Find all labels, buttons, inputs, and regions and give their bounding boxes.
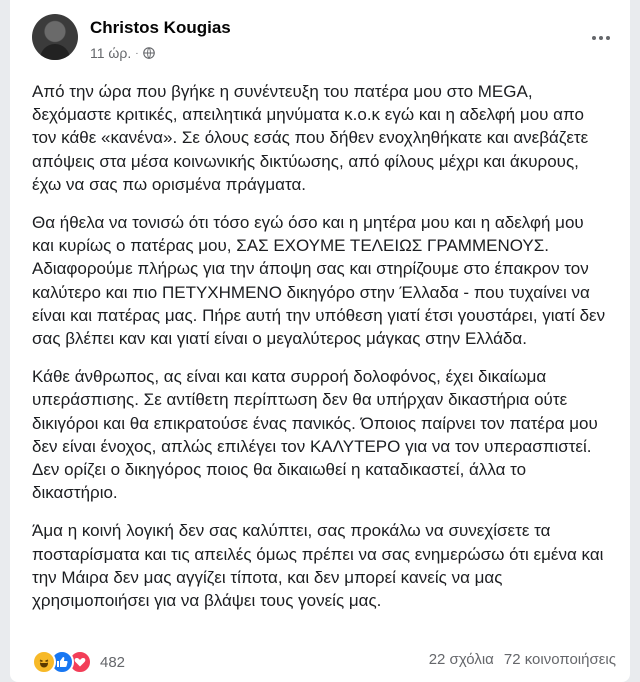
post-footer: 482 22 σχόλια 72 κοινοποιήσεις (32, 650, 620, 674)
post-meta: 11 ώρ. · (90, 45, 155, 61)
post-paragraph: Από την ώρα που βγήκε η συνέντευξη του π… (32, 82, 589, 194)
reactions-summary[interactable]: 482 (32, 650, 125, 674)
separator-dot: · (135, 47, 139, 59)
post-text: Από την ώρα που βγήκε η συνέντευξη του π… (32, 80, 610, 627)
post-time[interactable]: 11 ώρ. (90, 45, 131, 61)
comments-count[interactable]: 22 σχόλια (429, 651, 494, 668)
more-options-icon[interactable] (586, 28, 616, 48)
shares-count[interactable]: 72 κοινοποιήσεις (504, 651, 616, 668)
reaction-count: 482 (100, 653, 126, 671)
author-name[interactable]: Christos Kougias (90, 18, 231, 38)
haha-icon (32, 650, 56, 674)
post-header: Christos Kougias 11 ώρ. · (32, 14, 612, 64)
engagement-stats: 22 σχόλια 72 κοινοποιήσεις (429, 651, 616, 668)
post-card: Christos Kougias 11 ώρ. · Από την ώρα πο… (10, 0, 630, 682)
globe-icon (142, 47, 155, 59)
post-paragraph: Θα ήθελα να τονισώ ότι τόσο εγώ όσο και … (32, 213, 606, 349)
avatar[interactable] (32, 14, 78, 60)
post-paragraph: Κάθε άνθρωπος, ας είναι και κατα συρροή … (32, 367, 598, 503)
post-paragraph: Άμα η κοινή λογική δεν σας καλύπτει, σας… (32, 521, 604, 611)
